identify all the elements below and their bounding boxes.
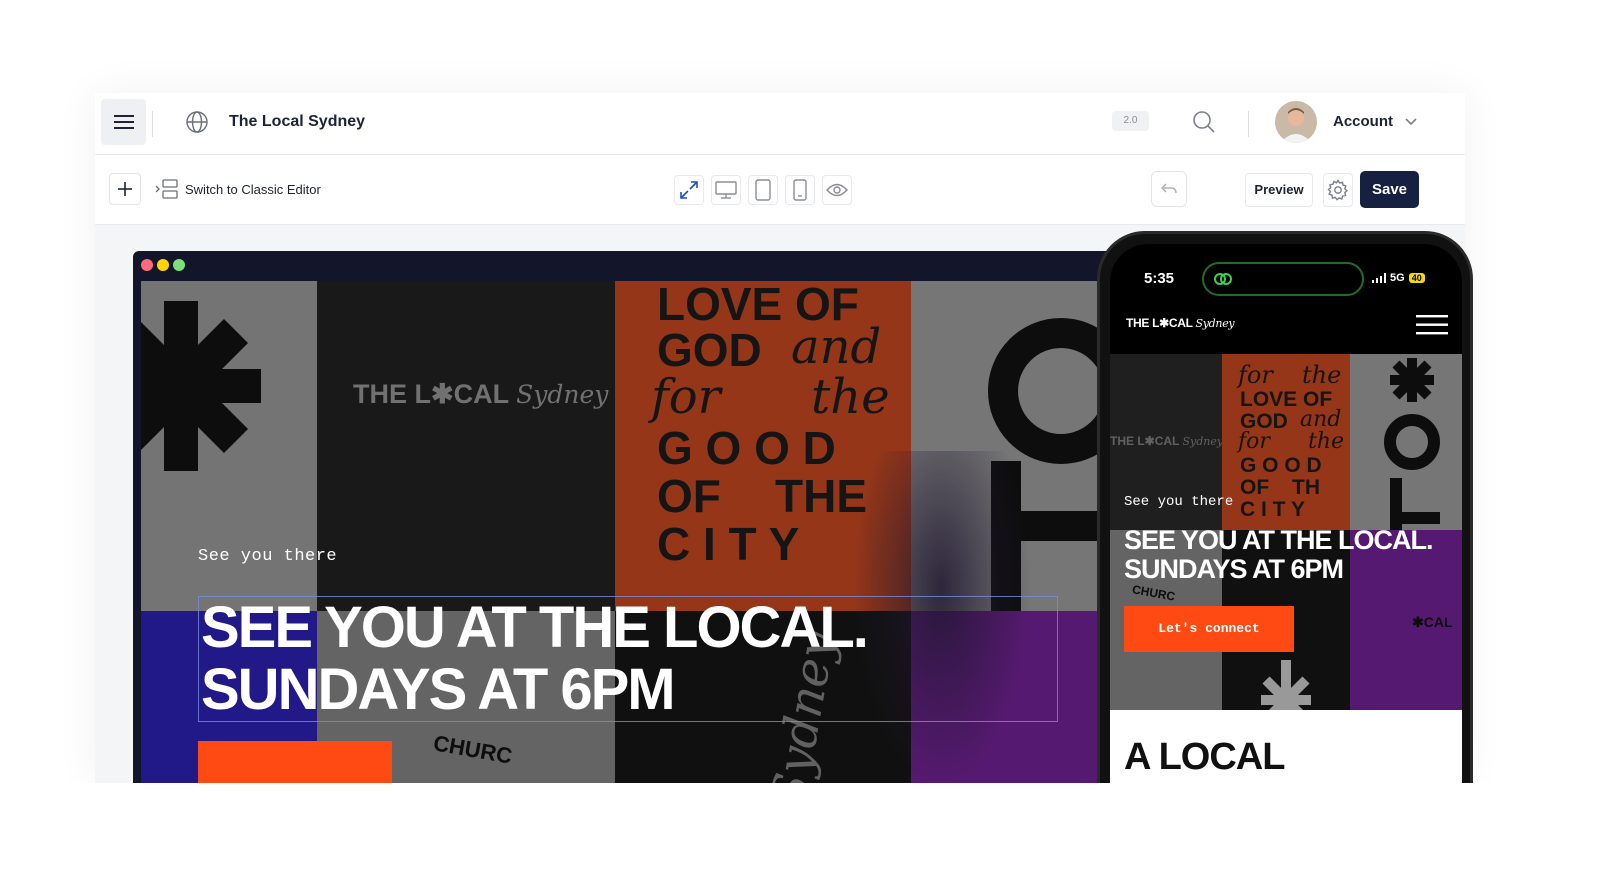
desktop-preview: THE L✱CAL Sydney LOVE OF GOD and for the… — [133, 251, 1113, 783]
headline-line: SUNDAYS AT 6PM — [201, 657, 676, 722]
window-dot-yellow — [157, 259, 169, 271]
desktop-view-button[interactable] — [711, 175, 741, 205]
network-label: 5G — [1390, 272, 1405, 284]
eye-icon — [826, 183, 848, 197]
search-icon[interactable] — [1191, 109, 1217, 135]
link-icon — [1214, 273, 1232, 285]
signal-icon — [1372, 273, 1386, 283]
gear-icon — [1327, 179, 1349, 201]
layout-icon — [155, 179, 178, 199]
mobile-subtitle: See you there — [1124, 494, 1234, 510]
mobile-hero: THE L✱CAL Sydney for the LOVE OF GOD and… — [1110, 354, 1462, 710]
divider — [152, 111, 153, 137]
top-bar: The Local Sydney 2.0 Account — [95, 93, 1465, 155]
mobile-logo[interactable]: THE L✱CAL Sydney — [1126, 316, 1235, 330]
settings-button[interactable] — [1323, 173, 1353, 207]
globe-icon — [186, 111, 208, 133]
lets-connect-button[interactable]: Let's connect — [1124, 606, 1294, 652]
site-title: The Local Sydney — [229, 113, 366, 130]
status-time: 5:35 — [1144, 270, 1175, 287]
version-badge: 2.0 — [1112, 111, 1149, 131]
mobile-preview: 5:35 5G 40 THE L✱CAL Sydney THE L✱CAL Sy… — [1097, 231, 1473, 791]
visibility-button[interactable] — [822, 175, 852, 205]
switch-classic-editor-button[interactable]: Switch to Classic Editor — [155, 173, 321, 205]
mobile-icon — [793, 179, 807, 201]
expand-icon — [680, 181, 698, 199]
mobile-view-button[interactable] — [785, 175, 815, 205]
window-dot-red — [141, 259, 153, 271]
divider — [1248, 111, 1249, 137]
save-button[interactable]: Save — [1360, 171, 1419, 208]
phone-screen: 5:35 5G 40 THE L✱CAL Sydney THE L✱CAL Sy… — [1110, 244, 1462, 788]
hero-section: THE L✱CAL Sydney LOVE OF GOD and for the… — [141, 281, 1113, 783]
undo-icon — [1161, 183, 1177, 194]
account-menu[interactable]: Account — [1333, 113, 1393, 130]
undo-button[interactable] — [1151, 171, 1187, 207]
hero-cta-button[interactable] — [198, 741, 392, 783]
bottom-fade — [0, 783, 1598, 873]
desktop-icon — [715, 181, 737, 199]
chevron-down-icon[interactable] — [1403, 113, 1419, 129]
mobile-headline: SEE YOU AT THE LOCAL. SUNDAYS AT 6PM — [1124, 525, 1434, 584]
status-indicators: 5G 40 — [1372, 272, 1425, 284]
add-block-button[interactable] — [109, 173, 141, 205]
plus-icon — [118, 182, 132, 196]
mobile-hamburger-icon[interactable] — [1416, 314, 1448, 336]
mobile-content-section: A LOCAL — [1110, 710, 1462, 788]
hamburger-menu-button[interactable] — [101, 99, 146, 145]
tablet-icon — [755, 179, 771, 201]
hamburger-icon — [113, 115, 134, 129]
fullscreen-button[interactable] — [674, 175, 704, 205]
hero-subtitle: See you there — [198, 547, 338, 566]
battery-icon: 40 — [1408, 273, 1425, 283]
dynamic-island — [1202, 262, 1364, 296]
window-dot-green — [173, 259, 185, 271]
editor-toolbar: Switch to Classic Editor Preview Save — [95, 155, 1465, 225]
preview-button[interactable]: Preview — [1245, 173, 1313, 207]
section-heading: A LOCAL — [1124, 736, 1285, 778]
avatar[interactable] — [1275, 101, 1317, 143]
tablet-view-button[interactable] — [748, 175, 778, 205]
classic-editor-label: Switch to Classic Editor — [185, 181, 321, 197]
hero-headline[interactable]: SEE YOU AT THE LOCAL. SUNDAYS AT 6PM — [198, 596, 1058, 722]
headline-line: SEE YOU AT THE LOCAL. — [201, 595, 869, 660]
